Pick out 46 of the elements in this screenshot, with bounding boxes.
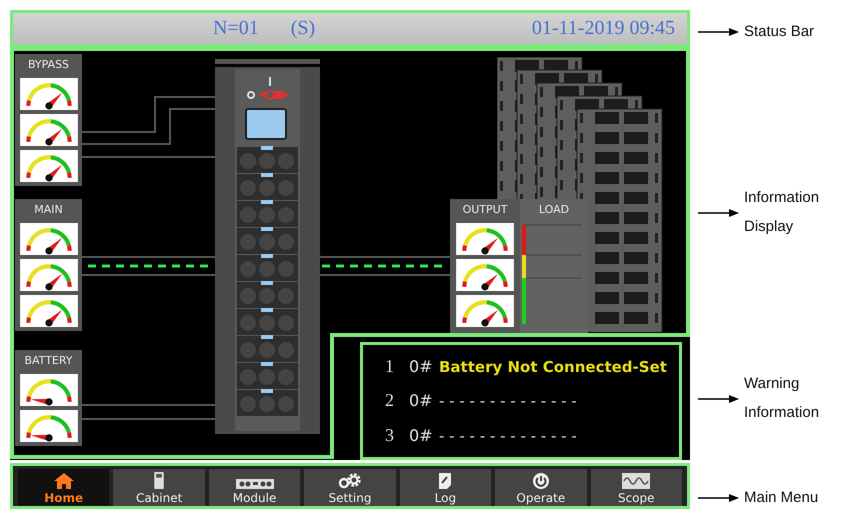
warning-number: 1	[385, 356, 395, 377]
warning-message: - - - - - - - - - - - - - -	[439, 392, 577, 410]
gauge-icon	[20, 410, 78, 442]
gauge-icon	[20, 259, 78, 291]
date-time: 01-11-2019 09:45	[532, 17, 675, 40]
waveform-icon	[621, 472, 652, 490]
gauge-icon	[20, 223, 78, 255]
menu-button[interactable]: Home	[18, 469, 110, 506]
panel-title: LOAD	[538, 202, 570, 218]
power-icon	[532, 472, 550, 490]
warning-number: 3	[385, 425, 395, 446]
callout-label: Warning Information	[744, 374, 820, 422]
gauge-icon	[456, 223, 514, 255]
panel-title: MAIN	[34, 202, 63, 218]
unit-number: N=01	[213, 17, 259, 40]
panel-title: BATTERY	[24, 353, 73, 369]
gauge-icon	[20, 295, 78, 327]
warning-message: - - - - - - - - - - - - - -	[439, 427, 577, 446]
panel-title: OUTPUT	[462, 202, 508, 218]
callout-label: Information Display	[744, 188, 820, 236]
gauge-icon	[20, 374, 78, 406]
cabinet-icon	[153, 471, 166, 490]
warning-message: Battery Not Connected-Set	[439, 358, 667, 376]
panel-title: BYPASS	[28, 57, 70, 73]
gauge-icon	[20, 150, 78, 182]
document-icon	[438, 472, 452, 490]
gauge-icon	[456, 295, 514, 327]
warning-number: 2	[385, 390, 395, 412]
menu-button[interactable]: Setting	[304, 469, 396, 506]
callout-label: Main Menu	[744, 488, 820, 508]
gauge-icon	[20, 78, 78, 110]
mode-indicator: (S)	[290, 17, 316, 40]
gauge-icon	[456, 259, 514, 291]
house-icon	[52, 472, 75, 490]
module-icon	[236, 478, 274, 490]
menu-button[interactable]: Module	[208, 469, 300, 506]
warning-code: 0#	[409, 426, 434, 446]
callout-label: Status Bar	[744, 22, 816, 42]
menu-button[interactable]: Log	[400, 469, 492, 506]
warning-code: 0#	[409, 391, 434, 410]
menu-button[interactable]: Operate	[495, 469, 587, 506]
warning-code: 0#	[409, 356, 434, 376]
gauge-icon	[20, 114, 78, 146]
menu-button[interactable]: Scope	[590, 469, 682, 506]
gears-icon	[338, 472, 362, 490]
menu-button[interactable]: Cabinet	[113, 469, 205, 506]
